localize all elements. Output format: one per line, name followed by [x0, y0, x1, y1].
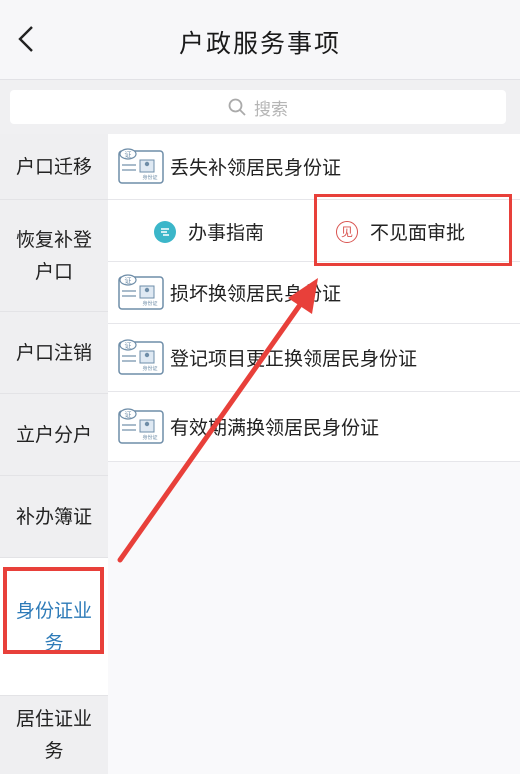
sidebar-item-id-card[interactable]: 身份证业务 [0, 558, 108, 696]
svg-text:证: 证 [125, 277, 132, 285]
service-label: 登记项目更正换领居民身份证 [170, 348, 418, 370]
svg-text:证: 证 [125, 411, 132, 419]
sidebar-item-label: 恢复补登户口 [15, 228, 92, 283]
sidebar-item-hukou-restore[interactable]: 恢复补登户口 [0, 200, 108, 312]
sidebar-item-label: 补办簿证 [15, 505, 92, 528]
list-item-damaged-id[interactable]: 证 身份证 损坏换领居民身份证 [108, 262, 520, 324]
guide-button[interactable]: 办事指南 [154, 218, 264, 245]
list-item-lost-id[interactable]: 证 身份证 丢失补领居民身份证 [108, 134, 520, 200]
service-label: 有效期满换领居民身份证 [170, 417, 380, 439]
page-title: 户政服务事项 [178, 29, 341, 58]
service-label: 丢失补领居民身份证 [170, 157, 342, 179]
list-item-correction-id[interactable]: 证 身份证 登记项目更正换领居民身份证 [108, 324, 520, 392]
approval-without-meeting-button[interactable]: 见 不见面审批 [336, 218, 465, 245]
approval-label: 不见面审批 [370, 222, 466, 244]
svg-text:身份证: 身份证 [142, 434, 157, 441]
sidebar-item-hukou-transfer[interactable]: 户口迁移 [0, 134, 108, 200]
list-item-expired-id[interactable]: 证 身份证 有效期满换领居民身份证 [108, 392, 520, 462]
guide-label: 办事指南 [188, 222, 265, 244]
sidebar-item-label: 户口迁移 [15, 155, 92, 178]
id-card-icon: 证 身份证 [118, 148, 164, 184]
service-actions: 办事指南 见 不见面审批 [108, 200, 520, 262]
svg-text:身份证: 身份证 [142, 300, 157, 307]
sidebar-item-label: 立户分户 [15, 423, 92, 446]
id-card-icon: 证 身份证 [118, 339, 164, 375]
service-label: 损坏换领居民身份证 [170, 283, 342, 305]
sidebar-item-residence-permit[interactable]: 居住证业务 [0, 696, 108, 774]
sidebar-item-label: 居住证业务 [15, 708, 92, 762]
guide-icon [154, 220, 176, 243]
search-bar: 搜索 [0, 80, 520, 134]
approval-icon: 见 [336, 220, 358, 243]
sidebar-item-household-split[interactable]: 立户分户 [0, 394, 108, 476]
search-input[interactable]: 搜索 [10, 90, 506, 124]
app-header: 户政服务事项 [0, 0, 520, 80]
svg-text:证: 证 [125, 342, 132, 350]
svg-text:身份证: 身份证 [142, 174, 157, 181]
svg-text:证: 证 [125, 151, 132, 159]
sidebar-item-booklet-reissue[interactable]: 补办簿证 [0, 476, 108, 558]
id-card-icon: 证 身份证 [118, 274, 164, 310]
sidebar-item-hukou-cancel[interactable]: 户口注销 [0, 312, 108, 394]
svg-text:身份证: 身份证 [142, 365, 157, 372]
sidebar-item-label: 户口注销 [15, 341, 92, 364]
search-icon [228, 98, 246, 116]
search-placeholder: 搜索 [254, 99, 288, 120]
sidebar-item-label: 身份证业务 [15, 599, 92, 654]
id-card-icon: 证 身份证 [118, 408, 164, 444]
